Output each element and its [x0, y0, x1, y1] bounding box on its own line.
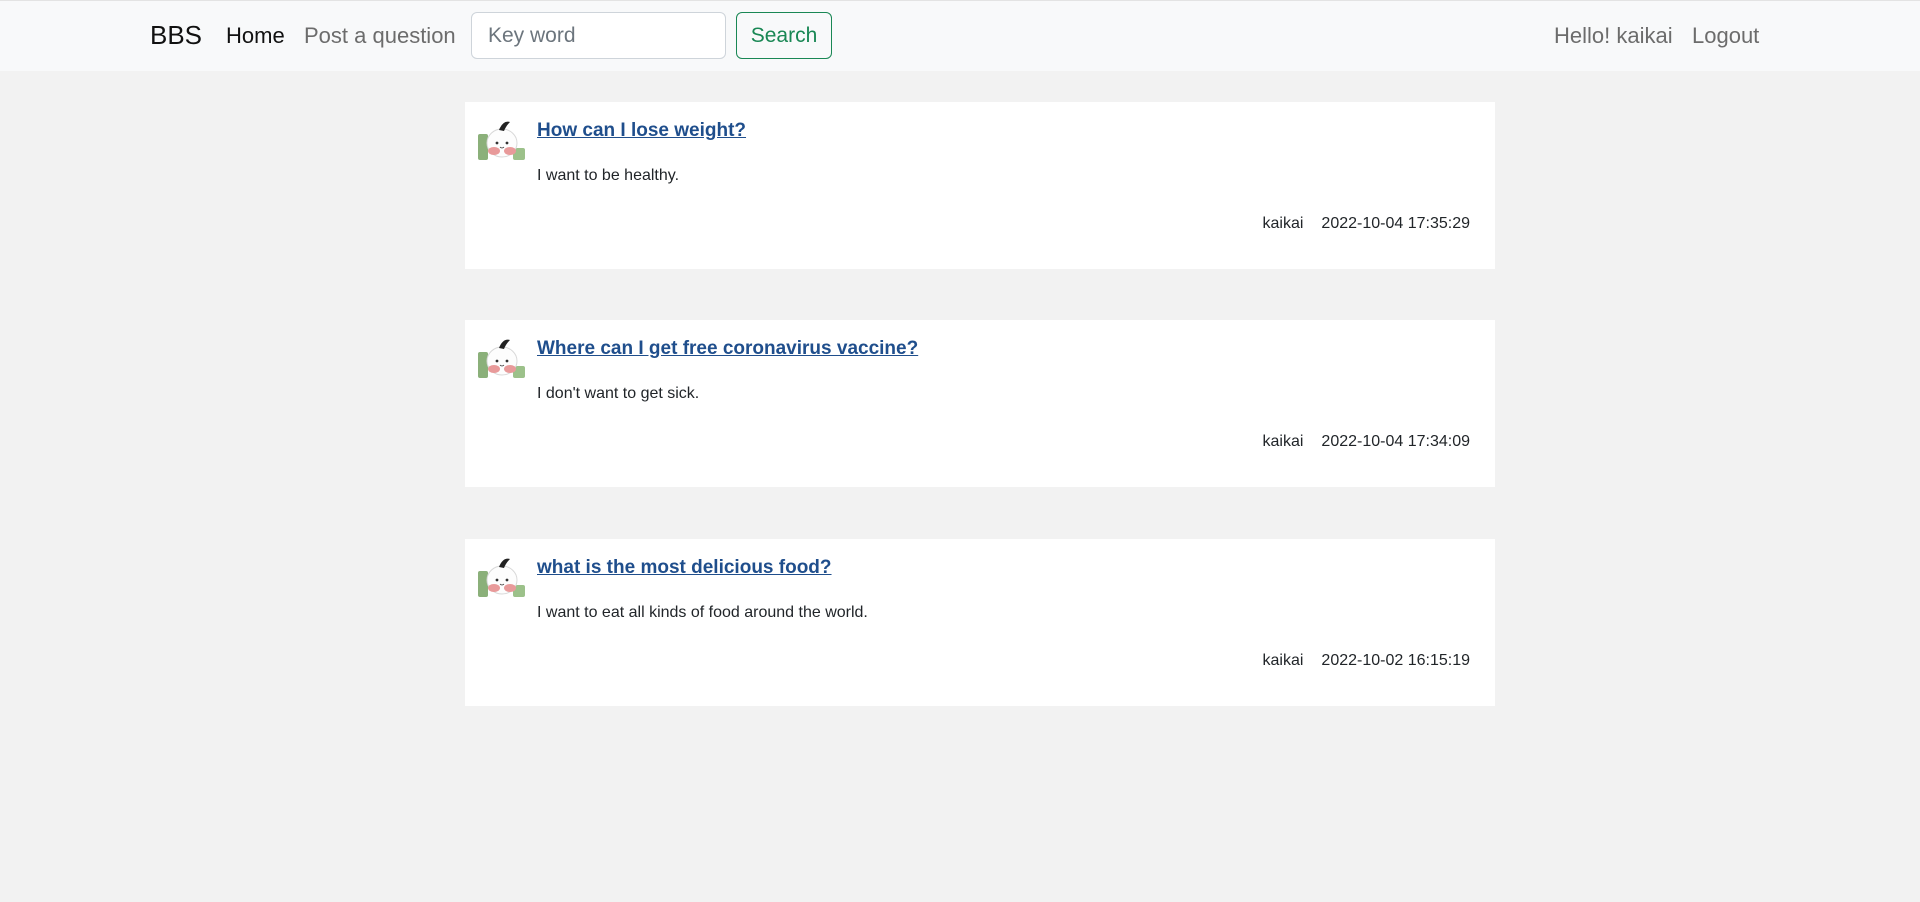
question-title-link[interactable]: How can I lose weight?	[537, 118, 746, 144]
search-input[interactable]	[471, 12, 726, 59]
question-meta: kaikai 2022-10-04 17:34:09	[1263, 431, 1470, 453]
question-content: I want to eat all kinds of food around t…	[537, 604, 868, 621]
question-title-link[interactable]: Where can I get free coronavirus vaccine…	[537, 336, 918, 362]
question-card: How can I lose weight? I want to be heal…	[465, 102, 1495, 269]
question-time: 2022-10-04 17:35:29	[1321, 215, 1470, 232]
question-content: I want to be healthy.	[537, 167, 680, 184]
user-avatar-icon	[478, 339, 525, 378]
question-meta: kaikai 2022-10-04 17:35:29	[1263, 213, 1470, 235]
navbar: BBS Home Post a question Search Hello! k…	[0, 0, 1920, 71]
question-meta: kaikai 2022-10-02 16:15:19	[1263, 650, 1470, 672]
logout-link[interactable]: Logout	[1692, 21, 1759, 51]
question-time: 2022-10-02 16:15:19	[1321, 652, 1470, 669]
search-button[interactable]: Search	[736, 12, 832, 59]
user-avatar-icon	[478, 558, 525, 597]
question-card: Where can I get free coronavirus vaccine…	[465, 320, 1495, 487]
question-author: kaikai	[1262, 215, 1304, 232]
user-greeting[interactable]: Hello! kaikai	[1554, 21, 1673, 51]
question-title-link[interactable]: what is the most delicious food?	[537, 555, 832, 581]
nav-link-home[interactable]: Home	[226, 21, 285, 51]
question-time: 2022-10-04 17:34:09	[1321, 433, 1470, 450]
user-avatar-icon	[478, 121, 525, 160]
question-author: kaikai	[1262, 433, 1304, 450]
question-card: what is the most delicious food? I want …	[465, 539, 1495, 706]
brand-logo[interactable]: BBS	[150, 19, 202, 51]
question-author: kaikai	[1262, 652, 1304, 669]
nav-link-post-question[interactable]: Post a question	[304, 21, 456, 51]
question-content: I don't want to get sick.	[537, 385, 700, 402]
